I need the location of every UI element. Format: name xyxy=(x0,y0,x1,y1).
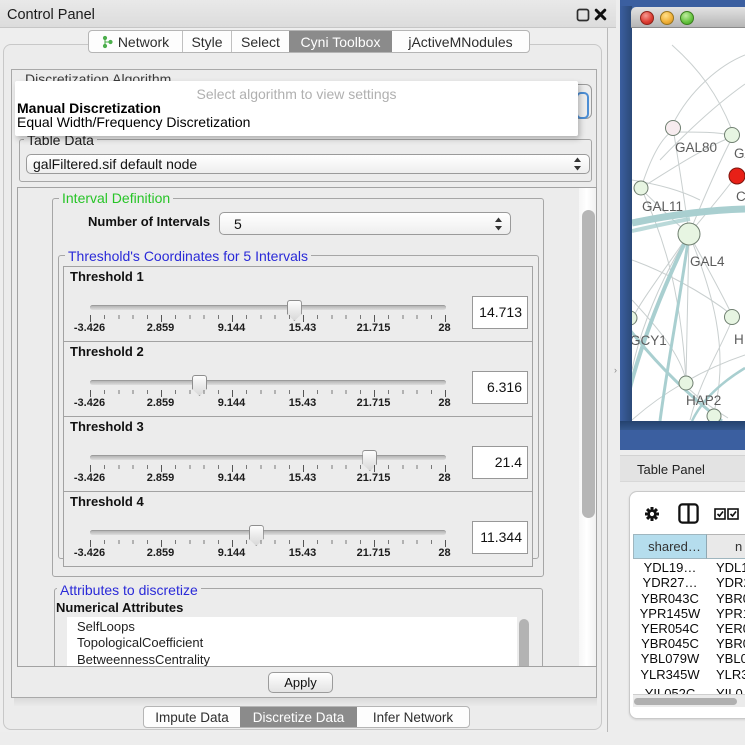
svg-text:GCY1: GCY1 xyxy=(632,333,667,348)
svg-text:GAL80: GAL80 xyxy=(675,140,717,155)
svg-text:GAL11: GAL11 xyxy=(642,199,683,214)
svg-text:C: C xyxy=(736,189,745,204)
svg-text:GAL4: GAL4 xyxy=(690,254,725,269)
svg-text:HAP2: HAP2 xyxy=(686,393,721,408)
svg-text:GA: GA xyxy=(734,146,745,161)
svg-text:H: H xyxy=(734,332,744,347)
